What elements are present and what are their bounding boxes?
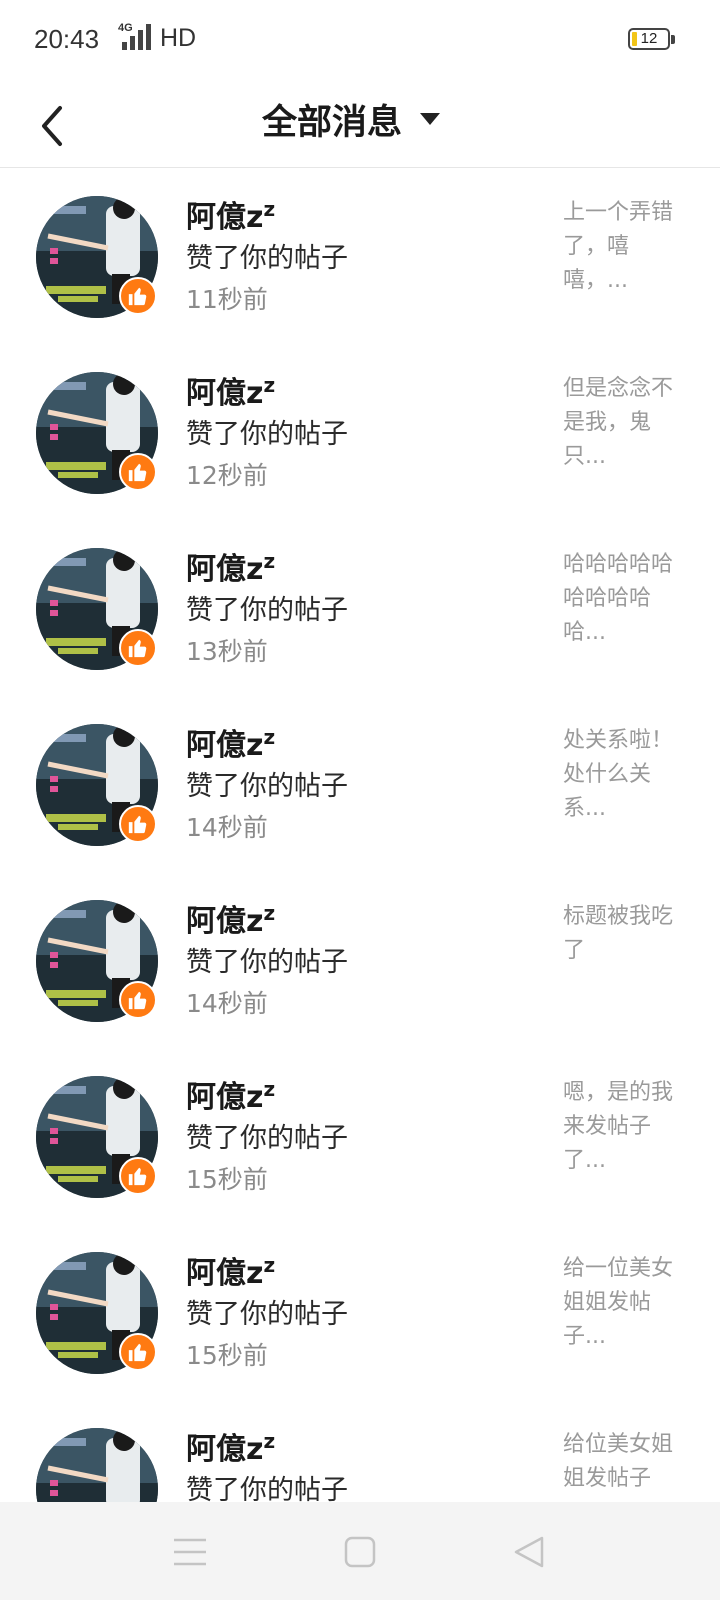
- like-badge: [119, 277, 157, 315]
- action-text: 赞了你的帖子: [186, 1299, 348, 1330]
- system-nav-bar: [0, 1502, 720, 1600]
- post-snippet[interactable]: 给位美女姐姐发帖子: [563, 1428, 685, 1496]
- like-badge: [119, 453, 157, 491]
- notification-item[interactable]: 阿億zz 赞了你的帖子 14秒前 处关系啦！处什么关系...: [0, 696, 720, 872]
- action-text: 赞了你的帖子: [186, 243, 348, 274]
- back-triangle-icon[interactable]: [508, 1530, 552, 1574]
- status-bar: 20:43 4G HD 12: [0, 0, 720, 80]
- notification-item[interactable]: 阿億zz 赞了你的帖子 15秒前 嗯，是的我来发帖子了...: [0, 1048, 720, 1224]
- hd-label: HD: [160, 24, 197, 52]
- thumbs-up-icon: [128, 463, 147, 482]
- timestamp: 11秒前: [186, 285, 268, 314]
- timestamp: 13秒前: [186, 637, 268, 666]
- post-snippet[interactable]: 上一个弄错了，嘻嘻，...: [563, 196, 685, 298]
- battery-icon: 12: [628, 28, 670, 50]
- action-text: 赞了你的帖子: [186, 595, 348, 626]
- notification-list: 阿億zz 赞了你的帖子 11秒前 上一个弄错了，嘻嘻，... 阿億zz 赞了你的…: [0, 168, 720, 1576]
- status-time: 20:43: [34, 24, 100, 54]
- header: 全部消息: [0, 80, 720, 168]
- battery-cap: [671, 35, 675, 44]
- user-name[interactable]: 阿億zz: [186, 1424, 275, 1468]
- timestamp: 15秒前: [186, 1341, 268, 1370]
- chevron-left-icon: [42, 106, 62, 146]
- notification-item[interactable]: 阿億zz 赞了你的帖子 11秒前 上一个弄错了，嘻嘻，...: [0, 168, 720, 344]
- notification-item[interactable]: 阿億zz 赞了你的帖子 13秒前 哈哈哈哈哈哈哈哈哈哈...: [0, 520, 720, 696]
- action-text: 赞了你的帖子: [186, 771, 348, 802]
- like-badge: [119, 805, 157, 843]
- post-snippet[interactable]: 嗯，是的我来发帖子了...: [563, 1076, 685, 1178]
- user-name[interactable]: 阿億zz: [186, 368, 275, 412]
- thumbs-up-icon: [128, 991, 147, 1010]
- like-badge: [119, 1333, 157, 1371]
- post-snippet[interactable]: 处关系啦！处什么关系...: [563, 724, 685, 826]
- action-text: 赞了你的帖子: [186, 419, 348, 450]
- timestamp: 14秒前: [186, 813, 268, 842]
- thumbs-up-icon: [128, 815, 147, 834]
- thumbs-up-icon: [128, 639, 147, 658]
- action-text: 赞了你的帖子: [186, 1123, 348, 1154]
- user-name[interactable]: 阿億zz: [186, 720, 275, 764]
- timestamp: 12秒前: [186, 461, 268, 490]
- post-snippet[interactable]: 哈哈哈哈哈哈哈哈哈哈...: [563, 548, 685, 650]
- like-badge: [119, 629, 157, 667]
- post-snippet[interactable]: 标题被我吃了: [563, 900, 685, 968]
- signal-icon: [122, 24, 151, 50]
- action-text: 赞了你的帖子: [186, 947, 348, 978]
- user-name[interactable]: 阿億zz: [186, 1072, 275, 1116]
- menu-icon[interactable]: [168, 1530, 212, 1574]
- like-badge: [119, 981, 157, 1019]
- user-name[interactable]: 阿億zz: [186, 192, 275, 236]
- post-snippet[interactable]: 给一位美女姐姐发帖子...: [563, 1252, 685, 1354]
- post-snippet[interactable]: 但是念念不是我，鬼只...: [563, 372, 685, 474]
- timestamp: 14秒前: [186, 989, 268, 1018]
- page-title: 全部消息: [262, 102, 403, 143]
- notification-item[interactable]: 阿億zz 赞了你的帖子 14秒前 标题被我吃了: [0, 872, 720, 1048]
- user-name[interactable]: 阿億zz: [186, 896, 275, 940]
- caret-down-icon: [420, 113, 441, 125]
- thumbs-up-icon: [128, 1167, 147, 1186]
- user-name[interactable]: 阿億zz: [186, 544, 275, 588]
- user-name[interactable]: 阿億zz: [186, 1248, 275, 1292]
- thumbs-up-icon: [128, 287, 147, 306]
- timestamp: 15秒前: [186, 1165, 268, 1194]
- home-square-icon[interactable]: [338, 1530, 382, 1574]
- battery-level: 12: [640, 30, 658, 47]
- title-dropdown[interactable]: 全部消息: [262, 94, 441, 144]
- notification-item[interactable]: 阿億zz 赞了你的帖子 12秒前 但是念念不是我，鬼只...: [0, 344, 720, 520]
- notification-item[interactable]: 阿億zz 赞了你的帖子 15秒前 给一位美女姐姐发帖子...: [0, 1224, 720, 1400]
- like-badge: [119, 1157, 157, 1195]
- back-button[interactable]: [28, 92, 84, 152]
- thumbs-up-icon: [128, 1343, 147, 1362]
